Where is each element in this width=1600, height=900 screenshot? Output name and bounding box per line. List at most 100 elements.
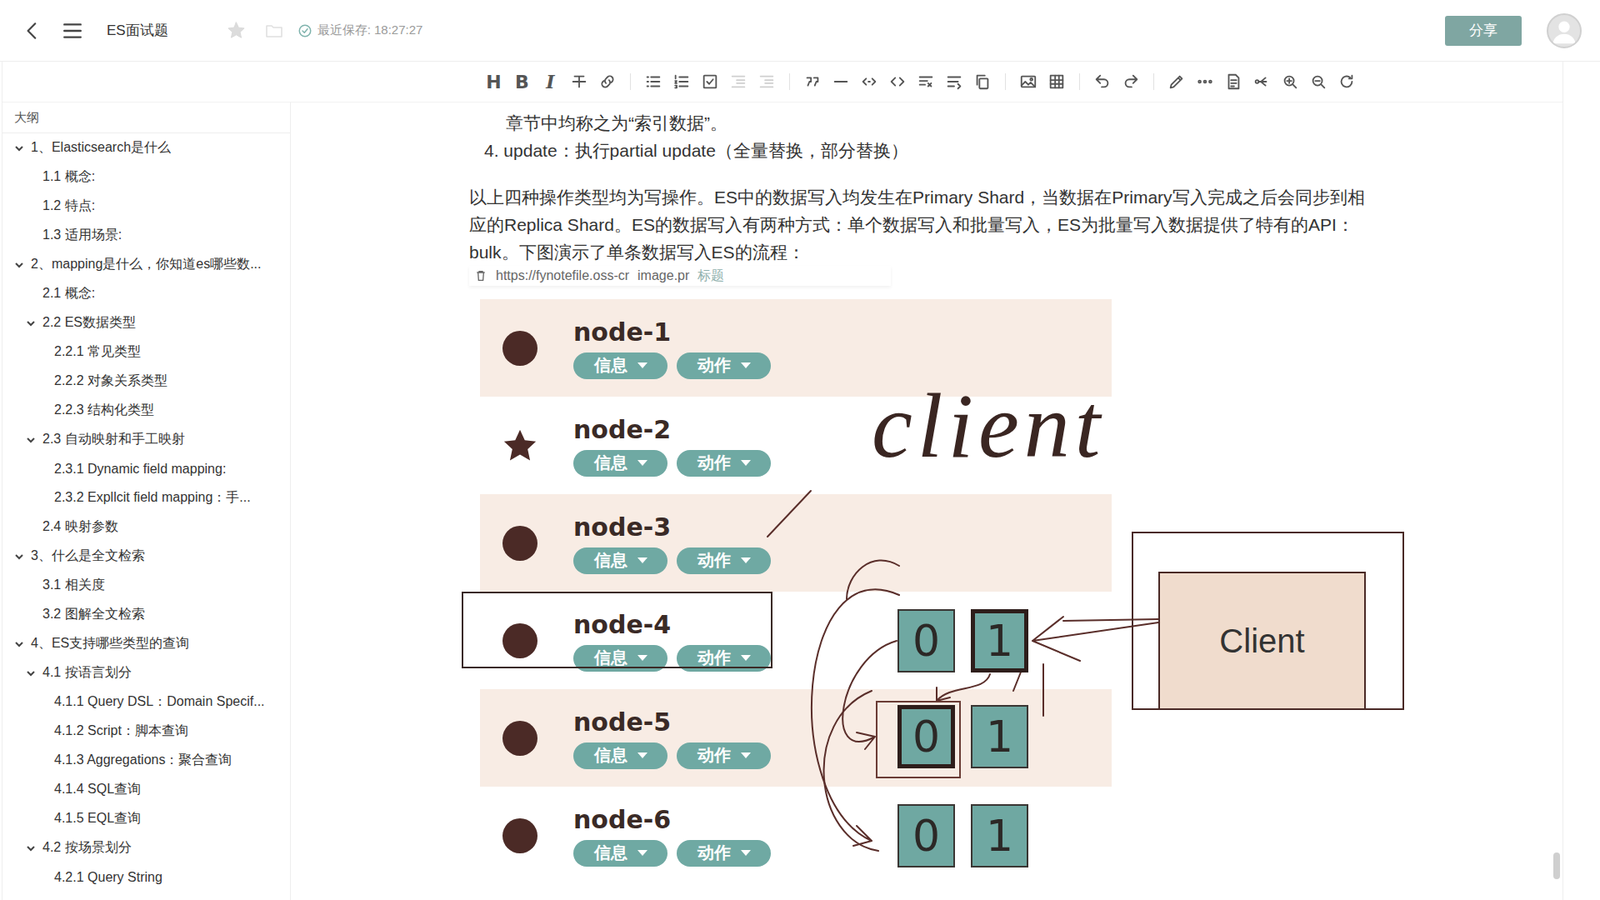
expand-caret-icon[interactable] bbox=[25, 318, 36, 329]
outline-item[interactable]: 2.3.2 Expllcit field mapping：手... bbox=[2, 483, 290, 513]
zoom-in-icon bbox=[1280, 72, 1300, 91]
toolbar-button[interactable] bbox=[1014, 67, 1043, 96]
toolbar-button[interactable] bbox=[1219, 67, 1248, 96]
toolbar-button[interactable] bbox=[1162, 67, 1191, 96]
toolbar-button[interactable] bbox=[855, 67, 884, 96]
expand-caret-icon[interactable] bbox=[25, 843, 36, 854]
outline-item[interactable]: 2.4 映射参数 bbox=[2, 512, 290, 542]
outline-item[interactable]: 2.2 ES数据类型 bbox=[2, 308, 290, 338]
expand-caret-icon[interactable] bbox=[25, 668, 36, 679]
outline-item[interactable]: 4.2.1 Query String bbox=[2, 862, 290, 892]
outline-item[interactable]: 4.1.2 Script：脚本查询 bbox=[2, 716, 290, 746]
outline-item[interactable]: 1.1 概念: bbox=[2, 162, 290, 192]
back-arrow-icon[interactable] bbox=[21, 20, 44, 42]
node-name: node-1 bbox=[573, 317, 771, 348]
outline-item[interactable]: 2.3 自动映射和手工映射 bbox=[2, 425, 290, 455]
expand-caret-icon[interactable] bbox=[25, 435, 36, 445]
shard-box: 0 bbox=[897, 705, 955, 769]
outline-item[interactable]: 2.1 概念: bbox=[2, 279, 290, 309]
toolbar-button[interactable]: I bbox=[536, 67, 565, 96]
outline-item[interactable]: 1.2 特点: bbox=[2, 191, 290, 221]
outline-item[interactable]: 3、什么是全文检索 bbox=[2, 541, 290, 571]
star-icon[interactable] bbox=[226, 20, 246, 40]
toolbar-button[interactable] bbox=[1116, 67, 1145, 96]
wrap-icon bbox=[945, 72, 964, 91]
expand-caret-icon[interactable] bbox=[14, 551, 25, 562]
outline-item[interactable]: 4.1 按语言划分 bbox=[2, 658, 290, 688]
image-name[interactable]: image.pr bbox=[637, 268, 690, 284]
master-star-icon bbox=[500, 426, 540, 465]
outline-item[interactable]: 2、mapping是什么，你知道es哪些数... bbox=[2, 250, 290, 280]
toolbar-button[interactable]: H bbox=[480, 67, 509, 96]
toolbar-button[interactable] bbox=[1304, 67, 1333, 96]
node-dropdown-button[interactable]: 动作 bbox=[676, 450, 771, 477]
toolbar-button[interactable] bbox=[639, 67, 668, 96]
outline-item[interactable]: 4.1.4 SQL查询 bbox=[2, 775, 290, 805]
toolbar-separator bbox=[1005, 73, 1006, 90]
toolbar-button[interactable] bbox=[798, 67, 827, 96]
image-caption[interactable]: 标题 bbox=[697, 267, 725, 285]
node-dropdown-button[interactable]: 动作 bbox=[676, 547, 771, 575]
toolbar-button[interactable] bbox=[724, 67, 753, 96]
image-url[interactable]: https://fynotefile.oss-cr bbox=[495, 268, 630, 284]
outline-item[interactable]: 2.2.2 对象关系类型 bbox=[2, 366, 290, 396]
node-dropdown-button[interactable]: 动作 bbox=[676, 742, 771, 770]
node-highlight-box bbox=[461, 591, 773, 669]
copy-icon bbox=[973, 72, 992, 91]
node-dropdown-button[interactable]: 信息 bbox=[573, 742, 668, 770]
expand-caret-icon[interactable] bbox=[14, 260, 25, 270]
outline-item[interactable]: 4.2 按场景划分 bbox=[2, 833, 290, 863]
node-dropdown-button[interactable]: 动作 bbox=[676, 352, 771, 380]
toolbar-button[interactable] bbox=[1332, 67, 1361, 96]
outline-item[interactable]: 4、ES支持哪些类型的查询 bbox=[2, 629, 290, 659]
toolbar-button[interactable] bbox=[752, 67, 781, 96]
expand-caret-icon[interactable] bbox=[14, 639, 25, 650]
toolbar-button[interactable] bbox=[940, 67, 969, 96]
expand-caret-icon[interactable] bbox=[14, 143, 25, 154]
toolbar-button[interactable] bbox=[1275, 67, 1305, 96]
document-content: 章节中均称之为“索引数据”。4. update：执行partial update… bbox=[290, 102, 1563, 900]
outline-item[interactable]: 4.1.1 Query DSL：Domain Specif... bbox=[2, 687, 290, 717]
node-dropdown-button[interactable]: 动作 bbox=[676, 840, 771, 867]
share-button[interactable]: 分享 bbox=[1445, 15, 1522, 46]
toolbar-button[interactable] bbox=[667, 67, 696, 96]
strike-icon bbox=[570, 72, 589, 91]
node-dropdown-button[interactable]: 信息 bbox=[573, 450, 668, 477]
toolbar-button[interactable] bbox=[1088, 67, 1117, 96]
outline-item[interactable]: 2.2.3 结构化类型 bbox=[2, 395, 290, 425]
toolbar-button[interactable] bbox=[695, 67, 725, 96]
outline-item[interactable]: 1、Elasticsearch是什么 bbox=[2, 133, 290, 163]
node-dropdown-button[interactable]: 信息 bbox=[573, 352, 668, 380]
toolbar-button[interactable] bbox=[883, 67, 912, 96]
toolbar-button[interactable] bbox=[1190, 67, 1220, 96]
toolbar-button[interactable] bbox=[565, 67, 594, 96]
document-title[interactable]: ES面试题 bbox=[106, 20, 169, 40]
hr-icon bbox=[831, 72, 850, 91]
node-name: node-3 bbox=[573, 512, 771, 543]
outline-item[interactable]: 2.2.1 常见类型 bbox=[2, 337, 290, 367]
outline-item[interactable]: 3.1 相关度 bbox=[2, 570, 290, 600]
folder-icon[interactable] bbox=[264, 20, 285, 41]
toolbar-button[interactable] bbox=[826, 67, 855, 96]
outline-item[interactable]: 4.1.5 EQL查询 bbox=[2, 804, 290, 834]
refresh-icon bbox=[1337, 72, 1356, 91]
doc-icon bbox=[1224, 72, 1243, 91]
outline-item[interactable]: 2.3.1 Dynamic field mapping: bbox=[2, 454, 290, 484]
toolbar-button[interactable]: B bbox=[508, 67, 537, 96]
outline-item[interactable]: 1.3 适用场景: bbox=[2, 220, 290, 250]
toolbar-button[interactable] bbox=[1247, 67, 1276, 96]
hamburger-menu-icon[interactable] bbox=[61, 20, 84, 42]
toolbar-button[interactable] bbox=[1042, 67, 1071, 96]
trash-icon[interactable] bbox=[474, 269, 488, 283]
scrollbar-thumb[interactable] bbox=[1553, 852, 1560, 880]
outline-item[interactable]: 4.1.3 Aggregations：聚合查询 bbox=[2, 745, 290, 775]
node-dropdown-button[interactable]: 信息 bbox=[573, 840, 668, 867]
toolbar-button[interactable] bbox=[968, 67, 997, 96]
user-avatar[interactable] bbox=[1546, 13, 1582, 49]
node-dot bbox=[502, 818, 538, 854]
node-dropdown-button[interactable]: 信息 bbox=[573, 547, 668, 575]
outline-item[interactable]: 3.2 图解全文检索 bbox=[2, 600, 290, 630]
code-inline-icon bbox=[860, 72, 879, 91]
toolbar-button[interactable] bbox=[911, 67, 940, 96]
toolbar-button[interactable] bbox=[593, 67, 622, 96]
